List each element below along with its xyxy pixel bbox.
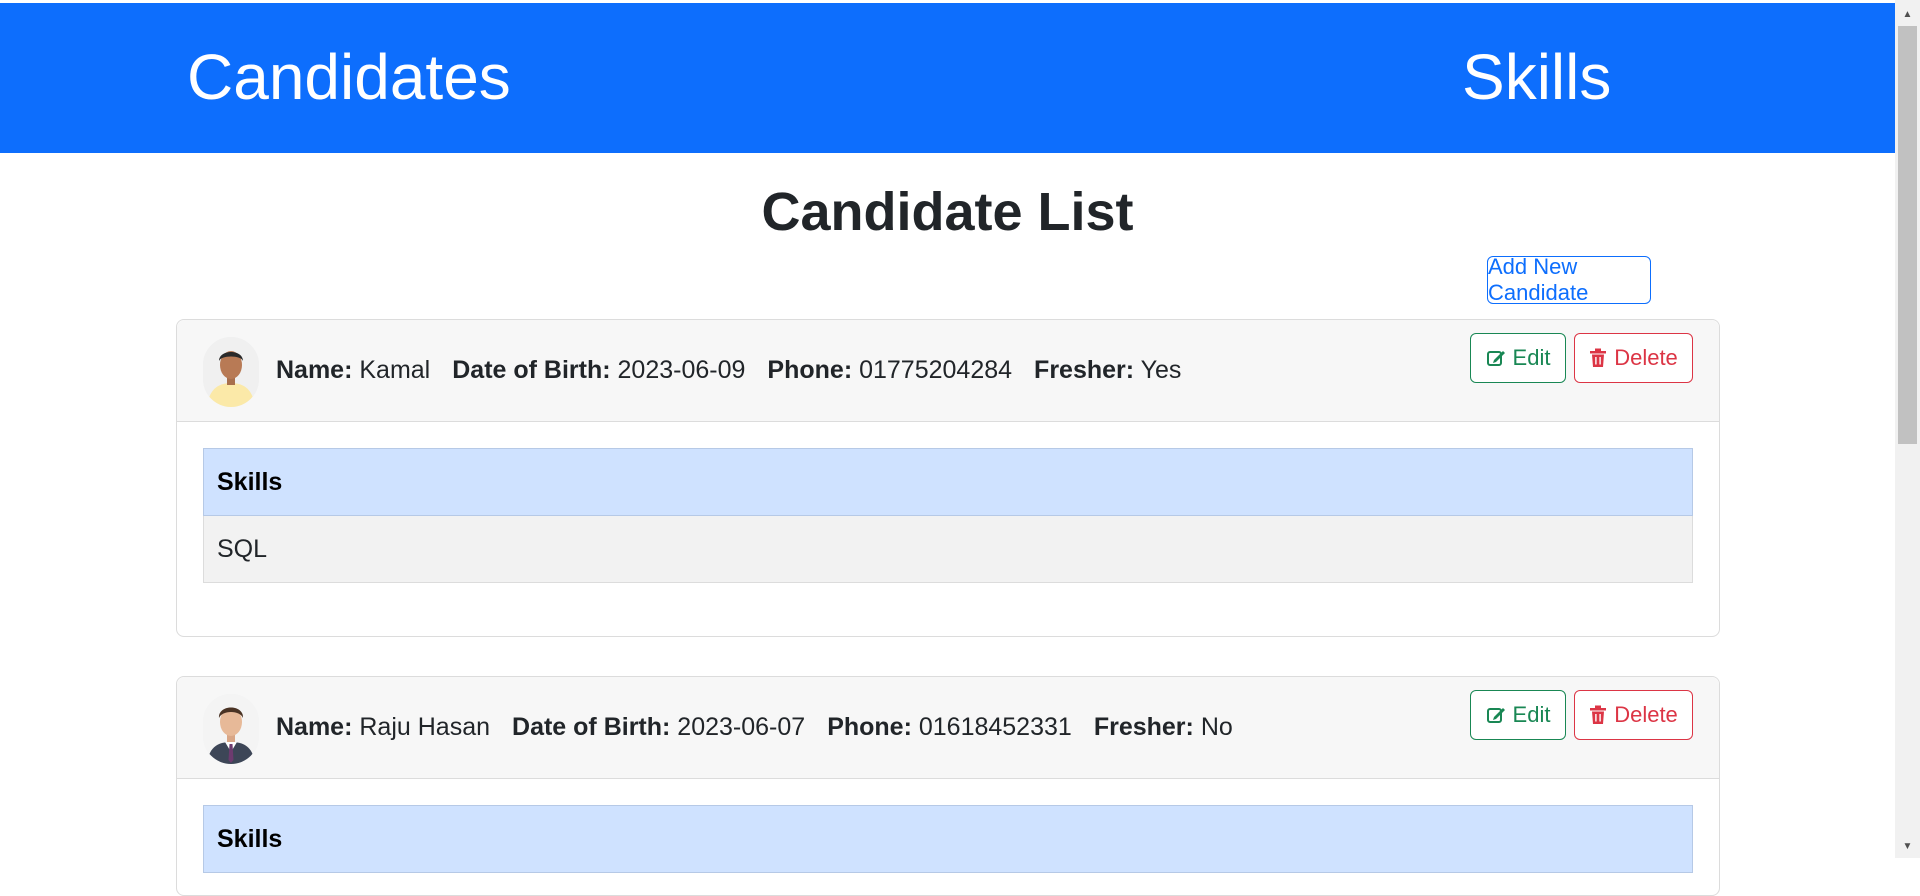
fresher-value: Yes [1140,356,1182,384]
candidate-info: Name: Raju Hasan Date of Birth: 2023-06-… [276,677,1255,778]
fresher-label: Fresher: [1093,713,1194,741]
edit-button[interactable]: Edit [1470,333,1566,383]
skill-cell: SQL [203,515,1693,583]
name-value: Kamal [359,356,431,384]
edit-icon [1486,708,1505,723]
dob-value: 2023-06-09 [617,356,746,384]
name-label: Name: [276,713,353,741]
add-new-candidate-button[interactable]: Add New Candidate [1487,254,1651,305]
candidate-card: Name: Kamal Date of Birth: 2023-06-09 Ph… [176,319,1720,637]
trash-icon [1590,705,1607,724]
dob-value: 2023-06-07 [677,713,806,741]
edit-label: Edit [1512,702,1551,727]
scrollbar[interactable]: ▲ ▼ [1895,0,1920,858]
phone-value: 01775204284 [859,356,1013,384]
candidate-card: Name: Raju Hasan Date of Birth: 2023-06-… [176,676,1720,896]
delete-label: Delete [1614,345,1678,370]
avatar [203,337,259,407]
page-title: Candidate List [761,182,1134,242]
avatar [203,694,259,764]
skills-header: Skills [203,805,1693,873]
candidate-card-header: Name: Kamal Date of Birth: 2023-06-09 Ph… [177,320,1719,422]
dob-label: Date of Birth: [452,356,611,384]
dob-label: Date of Birth: [512,713,671,741]
phone-label: Phone: [767,356,853,384]
edit-button[interactable]: Edit [1470,690,1566,740]
nav-candidates-link[interactable]: Candidates [187,45,511,109]
phone-value: 01618452331 [918,713,1072,741]
skills-table: Skills SQL [203,448,1693,583]
edit-label: Edit [1512,345,1551,370]
name-label: Name: [276,356,353,384]
phone-label: Phone: [827,713,912,741]
edit-icon [1486,351,1505,366]
scroll-up-arrow-icon[interactable]: ▲ [1895,4,1920,24]
delete-button[interactable]: Delete [1574,333,1693,383]
delete-label: Delete [1614,702,1678,727]
nav-skills-link[interactable]: Skills [1462,45,1611,109]
scrollbar-thumb[interactable] [1898,26,1917,444]
skills-header: Skills [203,448,1693,516]
navbar: Candidates Skills [0,3,1895,153]
candidate-info: Name: Kamal Date of Birth: 2023-06-09 Ph… [276,320,1203,421]
skills-table: Skills [203,805,1693,873]
delete-button[interactable]: Delete [1574,690,1693,740]
name-value: Raju Hasan [359,713,491,741]
scroll-down-arrow-icon[interactable]: ▼ [1895,836,1920,856]
fresher-value: No [1200,713,1233,741]
trash-icon [1590,348,1607,367]
candidate-card-header: Name: Raju Hasan Date of Birth: 2023-06-… [177,677,1719,779]
fresher-label: Fresher: [1034,356,1135,384]
